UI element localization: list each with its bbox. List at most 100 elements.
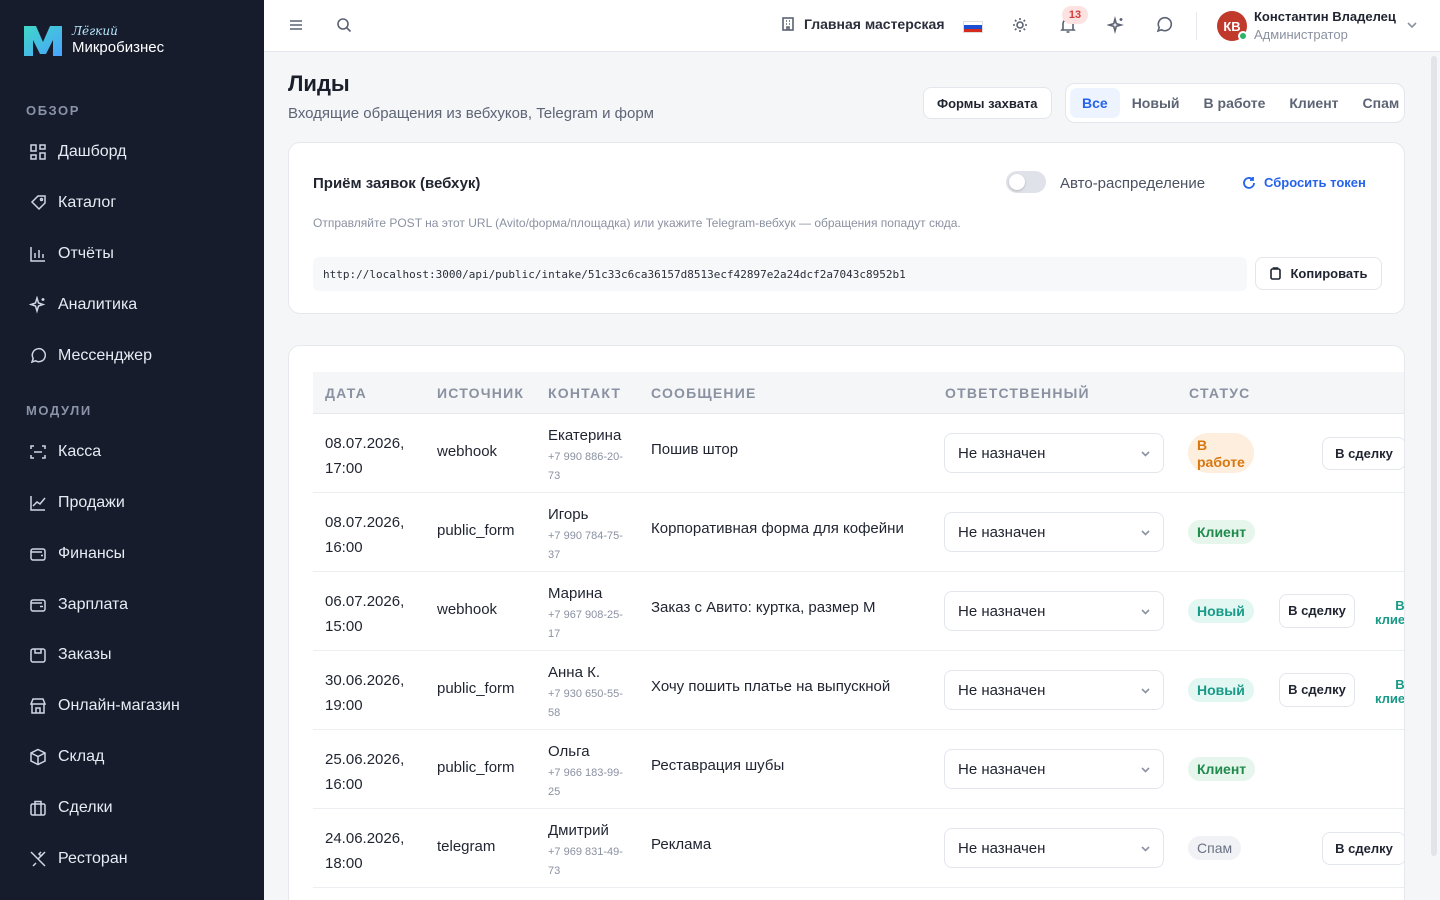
status-badge: Новый [1188,599,1254,623]
status-badge: В работе [1188,433,1254,473]
sidebar-item-restaurant[interactable]: Ресторан [28,845,128,873]
sidebar-item-messenger[interactable]: Мессенджер [28,342,152,370]
nav-section-overview: ОБЗОР [26,103,81,118]
tab-in-work[interactable]: В работе [1192,88,1278,118]
to-deal-button[interactable]: В сделку [1322,832,1404,865]
tab-client[interactable]: Клиент [1277,88,1350,118]
deals-icon [28,798,48,818]
sidebar-item-dashboard[interactable]: Дашборд [28,138,127,166]
to-deal-button[interactable]: В сделку [1279,673,1355,707]
column-assignee[interactable]: ОТВЕТСТВЕННЫЙ [945,385,1090,401]
column-contact[interactable]: КОНТАКТ [548,385,621,401]
page-scrollbar[interactable] [1431,56,1437,856]
user-name[interactable]: Константин Владелец [1254,9,1396,24]
copy-button[interactable]: Копировать [1255,257,1382,290]
workshop-selector[interactable]: Главная мастерская [780,16,945,32]
sales-icon [28,493,48,513]
leads-table-card: ДАТА ИСТОЧНИК КОНТАКТ СООБЩЕНИЕ ОТВЕТСТВ… [288,345,1405,900]
language-flag-icon[interactable] [963,21,983,33]
capture-forms-button[interactable]: Формы захвата [923,87,1052,119]
assignee-select[interactable]: Не назначен [944,670,1164,710]
assignee-select[interactable]: Не назначен [944,828,1164,868]
catalog-icon [28,193,48,213]
menu-icon[interactable] [285,14,307,36]
table-row[interactable]: 08.07.2026, 16:00 public_form Игорь +7 9… [313,493,1404,572]
sidebar-item-warehouse[interactable]: Склад [28,743,104,771]
sidebar-item-cashbox[interactable]: Касса [28,438,101,466]
table-row[interactable]: 25.06.2026, 16:00 public_form Ольга +7 9… [313,730,1404,809]
column-source[interactable]: ИСТОЧНИК [437,385,524,401]
webhook-url[interactable]: http://localhost:3000/api/public/intake/… [313,257,1247,291]
sidebar-item-label: Ресторан [58,850,128,867]
copy-button-label: Копировать [1290,266,1368,281]
topbar-divider [1196,12,1197,40]
lead-contact-phone: +7 969 831-49-73 [548,846,623,877]
finance-icon [28,544,48,564]
workshop-name: Главная мастерская [804,16,945,32]
table-row[interactable]: 06.07.2026, 15:00 webhook Марина +7 967 … [313,572,1404,651]
lead-date: 25.06.2026, 16:00 [325,751,405,793]
assignee-select[interactable]: Не назначен [944,591,1164,631]
tab-new[interactable]: Новый [1120,88,1192,118]
lead-contact-name: Марина [548,585,603,602]
to-deal-button[interactable]: В сделку [1322,437,1404,470]
sidebar-item-reports[interactable]: Отчёты [28,240,114,268]
sidebar-item-salary[interactable]: Зарплата [28,591,128,619]
sidebar-item-label: Заказы [58,646,112,663]
sidebar-item-analytics[interactable]: Аналитика [28,291,137,319]
assignee-select[interactable]: Не назначен [944,433,1164,473]
column-date[interactable]: ДАТА [325,385,367,401]
assignee-value: Не назначен [958,523,1046,541]
sidebar-item-catalog[interactable]: Каталог [28,189,116,217]
chevron-down-icon [1141,609,1150,615]
search-icon[interactable] [333,14,355,36]
lead-date: 30.06.2026, 19:00 [325,672,405,714]
lead-contact-phone: +7 990 784-75-37 [548,530,623,561]
theme-sun-icon[interactable] [1009,14,1031,36]
ai-sparkle-icon[interactable] [1105,14,1127,36]
sidebar-item-finance[interactable]: Финансы [28,540,125,568]
topbar: Главная мастерская 13 КВ Константин Влад… [264,0,1440,52]
assignee-value: Не назначен [958,444,1046,462]
lead-contact-name: Ольга [548,743,590,760]
status-badge: Клиент [1188,757,1256,781]
lead-contact-name: Игорь [548,506,589,523]
brand[interactable]: Лёгкий Микробизнес [20,20,164,60]
lead-contact-phone: +7 966 183-99-25 [548,767,623,798]
reset-token-button[interactable]: Сбросить токен [1242,175,1366,190]
table-row[interactable]: 24.06.2026, 18:00 telegram Дмитрий +7 96… [313,809,1404,888]
sidebar-item-deals[interactable]: Сделки [28,794,113,822]
assignee-value: Не назначен [958,602,1046,620]
sidebar-item-orders[interactable]: Заказы [28,641,111,669]
lead-contact-phone: +7 967 908-25-17 [548,609,623,640]
table-header: ДАТА ИСТОЧНИК КОНТАКТ СООБЩЕНИЕ ОТВЕТСТВ… [313,372,1404,414]
lead-contact-name: Дмитрий [548,822,609,839]
webhook-card: Приём заявок (вебхук) Авто-распределение… [288,142,1405,314]
sidebar-item-shop[interactable]: Онлайн-магазин [28,692,180,720]
assignee-value: Не назначен [958,839,1046,857]
to-deal-button[interactable]: В сделку [1279,594,1355,628]
refresh-icon [1243,176,1255,189]
lead-date: 08.07.2026, 16:00 [325,514,405,556]
tab-all[interactable]: Все [1070,88,1120,118]
chevron-down-icon[interactable] [1406,18,1418,36]
lead-contact-name: Екатерина [548,427,622,444]
column-status[interactable]: СТАТУС [1189,385,1250,401]
salary-icon [28,595,48,615]
column-message[interactable]: СООБЩЕНИЕ [651,385,757,401]
table-row[interactable]: 08.07.2026, 17:00 webhook Екатерина +7 9… [313,414,1404,493]
lead-source: webhook [437,443,498,460]
assignee-value: Не назначен [958,760,1046,778]
auto-distribution-toggle[interactable] [1006,171,1046,193]
table-row[interactable]: 30.06.2026, 19:00 public_form Анна К. +7… [313,651,1404,730]
to-client-link[interactable]: В клиента [1375,599,1404,627]
chat-icon[interactable] [1153,14,1175,36]
to-client-link[interactable]: В клиента [1375,678,1404,706]
assignee-select[interactable]: Не назначен [944,512,1164,552]
tab-spam[interactable]: Спам [1351,88,1412,118]
assignee-select[interactable]: Не назначен [944,749,1164,789]
sidebar-item-sales[interactable]: Продажи [28,489,125,517]
lead-contact-phone: +7 930 650-55-58 [548,688,623,719]
status-tabs: Все Новый В работе Клиент Спам [1065,83,1405,123]
chevron-down-icon [1141,451,1150,457]
